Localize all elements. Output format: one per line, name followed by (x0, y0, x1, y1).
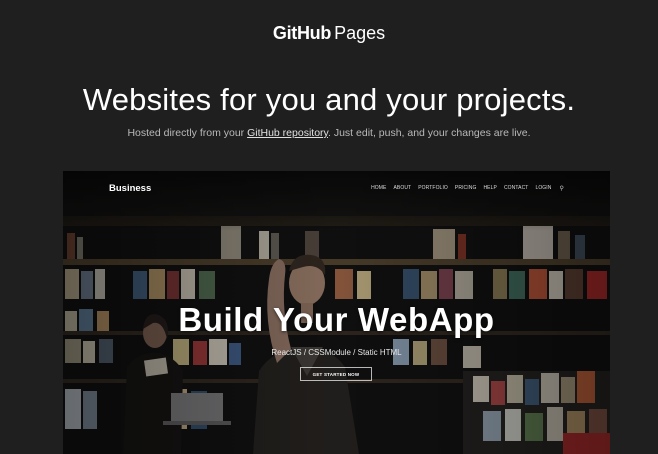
website-preview-screenshot: Business HOME ABOUT PORTFOLIO PRICING HE… (63, 171, 610, 454)
preview-hero-subtitle: ReactJS / CSSModule / Static HTML (271, 348, 402, 357)
preview-nav-about[interactable]: ABOUT (393, 185, 411, 192)
preview-brand[interactable]: Business (109, 183, 151, 194)
page-subtitle: Hosted directly from your GitHub reposit… (0, 127, 658, 139)
preview-navbar: Business HOME ABOUT PORTFOLIO PRICING HE… (63, 171, 610, 205)
preview-nav-home[interactable]: HOME (371, 185, 386, 192)
page-headline: Websites for you and your projects. (82, 82, 576, 117)
preview-nav-portfolio[interactable]: PORTFOLIO (418, 185, 448, 192)
preview-menu: HOME ABOUT PORTFOLIO PRICING HELP CONTAC… (371, 185, 564, 192)
logo-github-text: GitHub (272, 23, 332, 43)
preview-nav-pricing[interactable]: PRICING (455, 185, 477, 192)
subtitle-text-after: . Just edit, push, and your changes are … (328, 127, 531, 139)
preview-nav-contact[interactable]: CONTACT (504, 185, 529, 192)
github-repository-link[interactable]: GitHub repository (247, 127, 328, 139)
subtitle-text-before: Hosted directly from your (127, 127, 248, 139)
logo-pages-text: Pages (334, 23, 386, 43)
github-pages-logo[interactable]: GitHub Pages (0, 22, 658, 44)
preview-hero-title: Build Your WebApp (178, 301, 495, 338)
get-started-button[interactable]: GET STARTED NOW (300, 367, 372, 381)
preview-nav-help[interactable]: HELP (483, 185, 496, 192)
preview-nav-login[interactable]: LOGIN (535, 185, 551, 192)
search-icon[interactable]: ⚲ (560, 185, 565, 192)
